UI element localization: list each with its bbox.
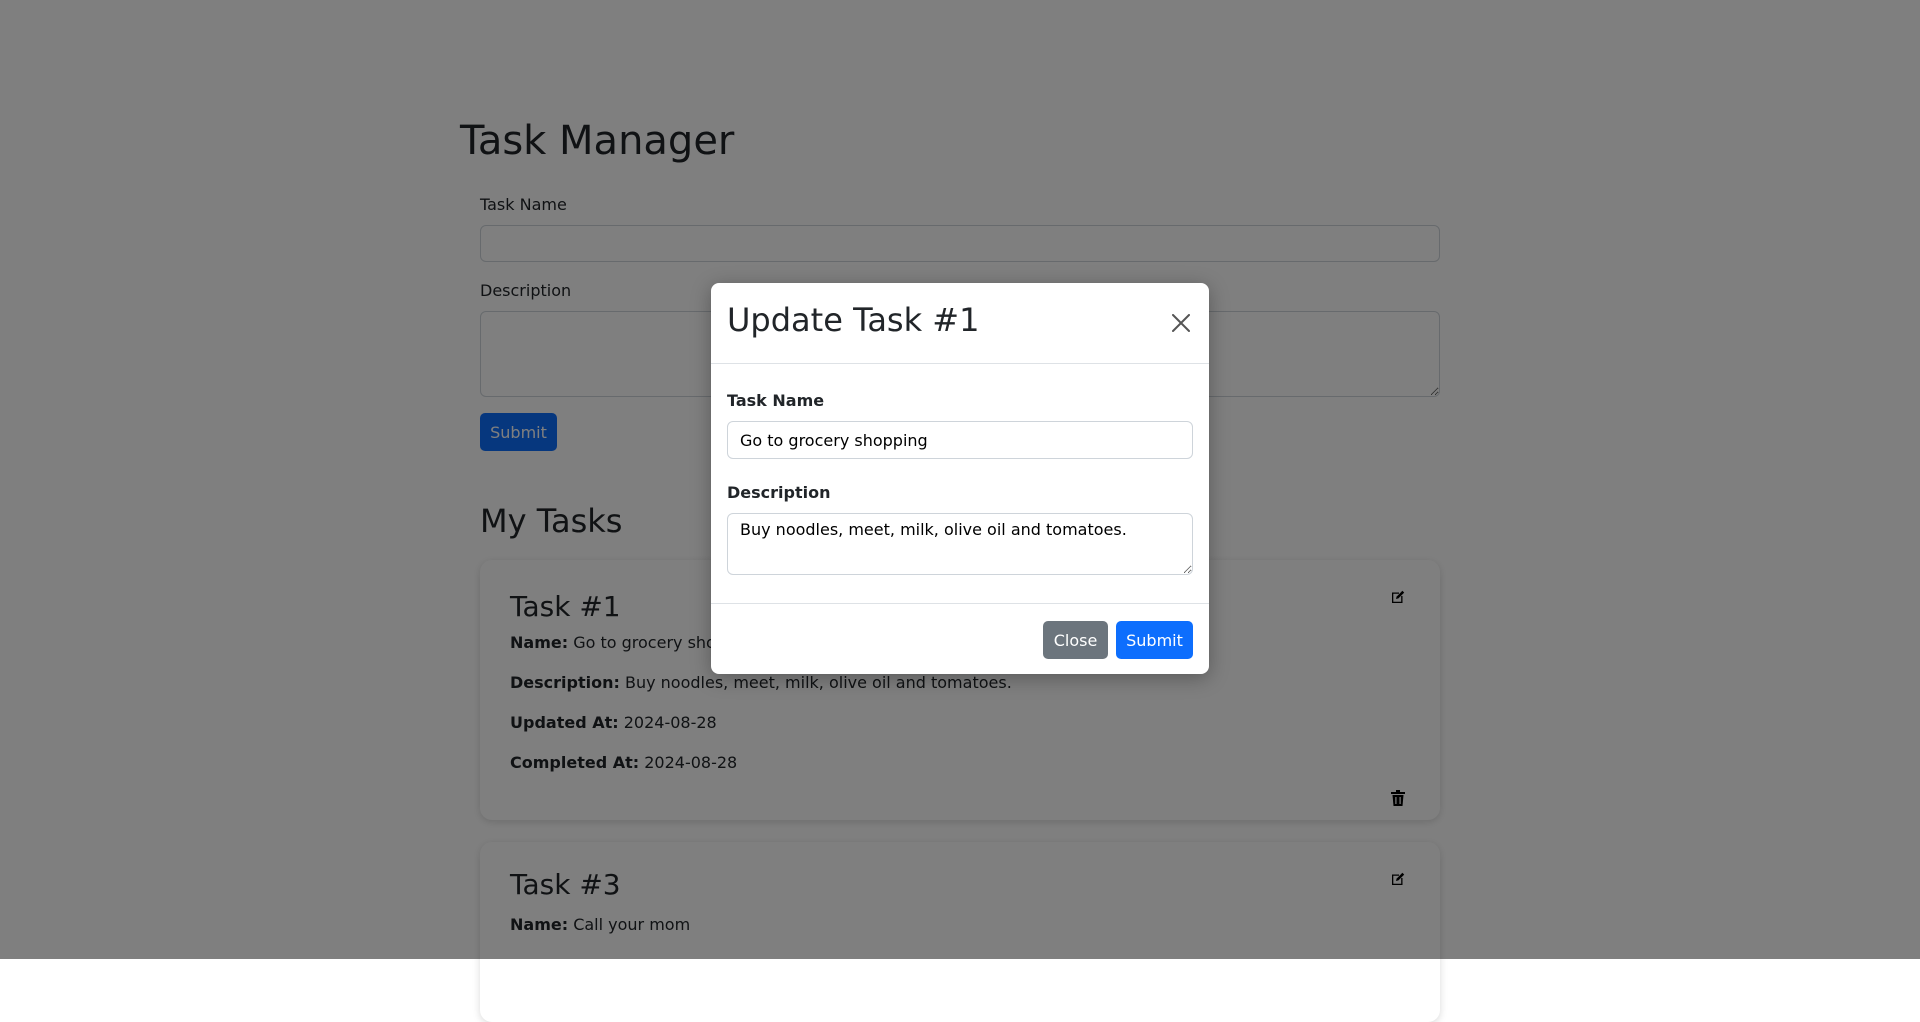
modal-footer: Close Submit xyxy=(711,603,1209,674)
close-icon xyxy=(1172,314,1190,332)
modal-header: Update Task #1 xyxy=(711,283,1209,364)
modal-close-text-button[interactable]: Close xyxy=(1043,621,1108,659)
modal-task-name-input[interactable] xyxy=(727,421,1193,459)
modal-task-name-label: Task Name xyxy=(727,391,825,410)
page: Task Manager Task Name Description Submi… xyxy=(0,0,1920,1022)
modal-title: Update Task #1 xyxy=(727,301,980,339)
modal-submit-button[interactable]: Submit xyxy=(1116,621,1193,659)
modal-description-label: Description xyxy=(727,483,831,502)
modal-close-button[interactable] xyxy=(1169,311,1193,335)
modal-description-input[interactable]: Buy noodles, meet, milk, olive oil and t… xyxy=(727,513,1193,575)
update-task-modal: Update Task #1 Task Name Description Buy… xyxy=(711,283,1209,674)
